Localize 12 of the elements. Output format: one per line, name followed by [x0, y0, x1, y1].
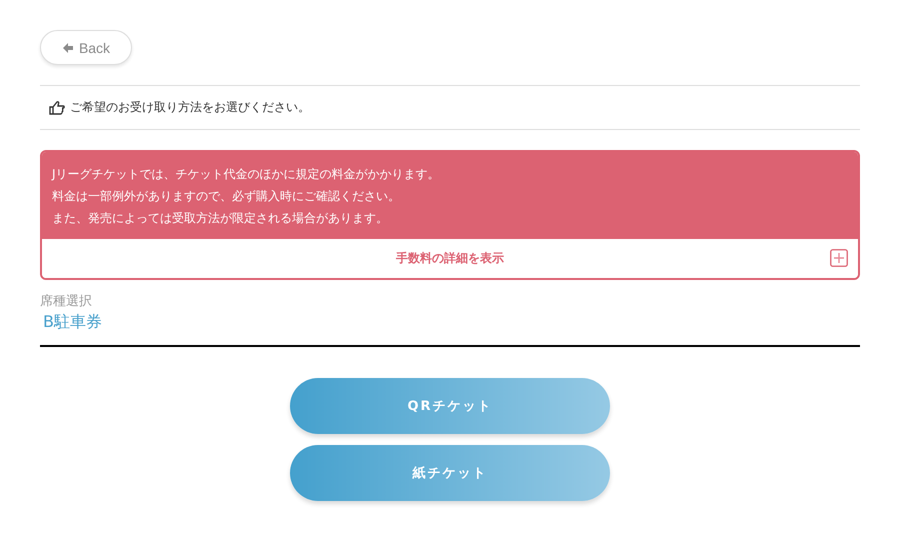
- notice-text: 料金は一部例外がありますので、必ず購入時にご確認ください。: [52, 188, 401, 205]
- plus-icon: [830, 249, 848, 267]
- ticket-option-button[interactable]: 紙チケット: [290, 445, 610, 501]
- instruction-text: ご希望のお受け取り方法をお選びください。: [70, 99, 310, 116]
- notice-text: Jリーグチケットでは、チケット代金のほかに規定の料金がかかります。: [52, 166, 441, 183]
- pointing-hand-icon: [49, 100, 65, 114]
- seat-type-label: 席種選択: [40, 293, 93, 310]
- back-button[interactable]: Back: [40, 30, 132, 65]
- seat-type-value: B駐車券: [42, 312, 103, 333]
- notice-text: また、発売によっては受取方法が限定される場合があります。: [52, 210, 389, 227]
- ticket-option-button[interactable]: QRチケット: [290, 378, 610, 434]
- arrow-left-icon: [62, 42, 74, 54]
